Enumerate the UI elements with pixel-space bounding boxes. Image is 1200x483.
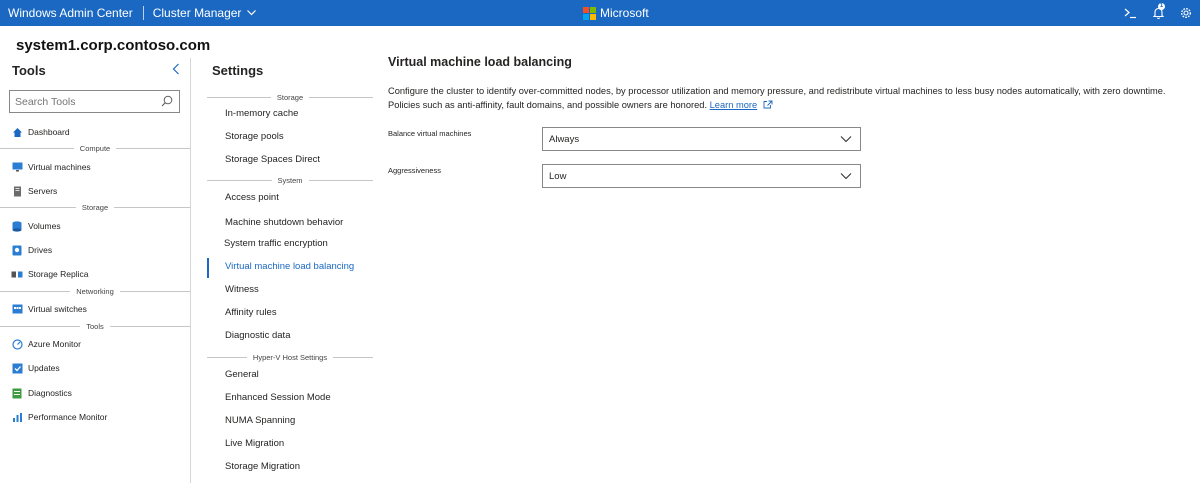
settings-item-witness[interactable]: Witness bbox=[225, 284, 259, 295]
bell-icon[interactable]: 1 bbox=[1144, 0, 1172, 26]
sidebar-item-label: Performance Monitor bbox=[28, 412, 108, 422]
brand-label: Microsoft bbox=[600, 6, 649, 20]
learn-more-link[interactable]: Learn more bbox=[710, 100, 758, 110]
external-link-icon[interactable] bbox=[763, 100, 773, 109]
sidebar-item-updates[interactable]: Updates bbox=[0, 359, 190, 377]
sidebar-header-storage: Storage bbox=[0, 203, 190, 212]
sidebar-item-label: Diagnostics bbox=[28, 388, 72, 398]
switch-icon bbox=[11, 303, 23, 315]
sidebar-item-virtual-machines[interactable]: Virtual machines bbox=[0, 158, 190, 176]
description: Configure the cluster to identify over-c… bbox=[388, 85, 1198, 112]
select-value: Always bbox=[549, 133, 580, 145]
settings-item-affinity-rules[interactable]: Affinity rules bbox=[225, 307, 277, 318]
sidebar-item-label: Volumes bbox=[28, 221, 61, 231]
replica-icon bbox=[11, 268, 23, 280]
settings-header-storage: Storage bbox=[207, 93, 373, 102]
settings-item-storage-migration[interactable]: Storage Migration bbox=[225, 461, 300, 472]
sidebar-item-virtual-switches[interactable]: Virtual switches bbox=[0, 300, 190, 318]
tools-pane: Tools Dashboard Compute Virtual machines… bbox=[0, 58, 191, 483]
title-divider bbox=[142, 6, 144, 20]
sidebar-item-performance-monitor[interactable]: Performance Monitor bbox=[0, 408, 190, 426]
app-title[interactable]: Windows Admin Center bbox=[8, 6, 133, 20]
sidebar-item-label: Virtual machines bbox=[28, 162, 91, 172]
aggressiveness-select[interactable]: Low bbox=[542, 164, 861, 188]
microsoft-brand: Microsoft bbox=[583, 6, 649, 20]
settings-header-system: System bbox=[207, 176, 374, 185]
azure-monitor-icon bbox=[11, 338, 23, 350]
sidebar-item-label: Storage Replica bbox=[28, 269, 89, 279]
chevron-down-icon bbox=[247, 10, 257, 16]
tools-title: Tools bbox=[12, 63, 46, 78]
settings-item-storage-spaces-direct[interactable]: Storage Spaces Direct bbox=[225, 154, 320, 165]
terminal-icon[interactable] bbox=[1116, 0, 1144, 26]
settings-title: Settings bbox=[212, 63, 264, 78]
sidebar-item-label: Servers bbox=[28, 186, 58, 196]
settings-item-enhanced-session-mode[interactable]: Enhanced Session Mode bbox=[225, 392, 331, 403]
performance-icon bbox=[11, 411, 23, 423]
sidebar-item-label: Updates bbox=[28, 363, 60, 373]
sidebar-item-label: Virtual switches bbox=[28, 304, 87, 314]
microsoft-logo-icon bbox=[583, 6, 596, 20]
balance-vms-label: Balance virtual machines bbox=[388, 129, 472, 138]
sidebar-item-diagnostics[interactable]: Diagnostics bbox=[0, 384, 190, 402]
settings-item-numa-spanning[interactable]: NUMA Spanning bbox=[225, 415, 295, 426]
top-icons: 1 bbox=[1116, 0, 1200, 26]
updates-icon bbox=[11, 362, 23, 374]
sidebar-item-dashboard[interactable]: Dashboard bbox=[0, 123, 190, 141]
settings-item-storage-pools[interactable]: Storage pools bbox=[225, 131, 284, 142]
gear-icon[interactable] bbox=[1172, 0, 1200, 26]
settings-item-diagnostic-data[interactable]: Diagnostic data bbox=[225, 330, 290, 341]
top-bar: Windows Admin Center Cluster Manager Mic… bbox=[0, 0, 1200, 26]
notification-badge: 1 bbox=[1158, 3, 1165, 10]
settings-item-machine-shutdown-behavior[interactable]: Machine shutdown behavior bbox=[225, 217, 343, 228]
settings-item-system-traffic-encryption[interactable]: System traffic encryption bbox=[224, 238, 328, 249]
chevron-down-icon bbox=[840, 136, 852, 143]
server-name: system1.corp.contoso.com bbox=[16, 37, 211, 54]
sidebar-item-storage-replica[interactable]: Storage Replica bbox=[0, 265, 190, 283]
server-icon bbox=[11, 185, 23, 197]
sidebar-item-label: Dashboard bbox=[28, 127, 70, 137]
chevron-down-icon bbox=[840, 173, 852, 180]
vm-icon bbox=[11, 161, 23, 173]
manager-dropdown[interactable]: Cluster Manager bbox=[153, 6, 257, 20]
volume-icon bbox=[11, 220, 23, 232]
page-title: Virtual machine load balancing bbox=[388, 55, 572, 69]
drive-icon bbox=[11, 244, 23, 256]
search-box[interactable] bbox=[9, 90, 180, 113]
home-icon bbox=[11, 126, 23, 138]
collapse-chevron-icon[interactable] bbox=[172, 63, 180, 75]
search-icon[interactable] bbox=[161, 95, 173, 107]
manager-label: Cluster Manager bbox=[152, 6, 242, 20]
settings-item-vm-load-balancing[interactable]: Virtual machine load balancing bbox=[225, 261, 354, 272]
sidebar-header-networking: Networking bbox=[0, 287, 191, 296]
sidebar-item-drives[interactable]: Drives bbox=[0, 241, 190, 259]
aggressiveness-label: Aggressiveness bbox=[388, 166, 441, 175]
sidebar-header-compute: Compute bbox=[0, 144, 190, 153]
settings-item-in-memory-cache[interactable]: In-memory cache bbox=[225, 108, 298, 119]
sidebar-item-label: Drives bbox=[28, 245, 53, 255]
description-text: Configure the cluster to identify over-c… bbox=[388, 86, 1166, 110]
active-indicator bbox=[207, 258, 209, 278]
settings-header-hyper-v: Hyper-V Host Settings bbox=[207, 353, 374, 362]
select-value: Low bbox=[549, 170, 567, 182]
settings-item-access-point[interactable]: Access point bbox=[225, 192, 279, 203]
balance-vms-select[interactable]: Always bbox=[542, 127, 861, 151]
diagnostics-icon bbox=[11, 387, 23, 399]
sidebar-item-azure-monitor[interactable]: Azure Monitor bbox=[0, 335, 190, 353]
sidebar-item-volumes[interactable]: Volumes bbox=[0, 217, 190, 235]
settings-item-live-migration[interactable]: Live Migration bbox=[225, 438, 284, 449]
sidebar-item-servers[interactable]: Servers bbox=[0, 182, 190, 200]
sidebar-item-label: Azure Monitor bbox=[28, 339, 81, 349]
sidebar-header-tools: Tools bbox=[0, 322, 191, 331]
search-input[interactable] bbox=[10, 95, 155, 108]
settings-item-general[interactable]: General bbox=[225, 369, 259, 380]
